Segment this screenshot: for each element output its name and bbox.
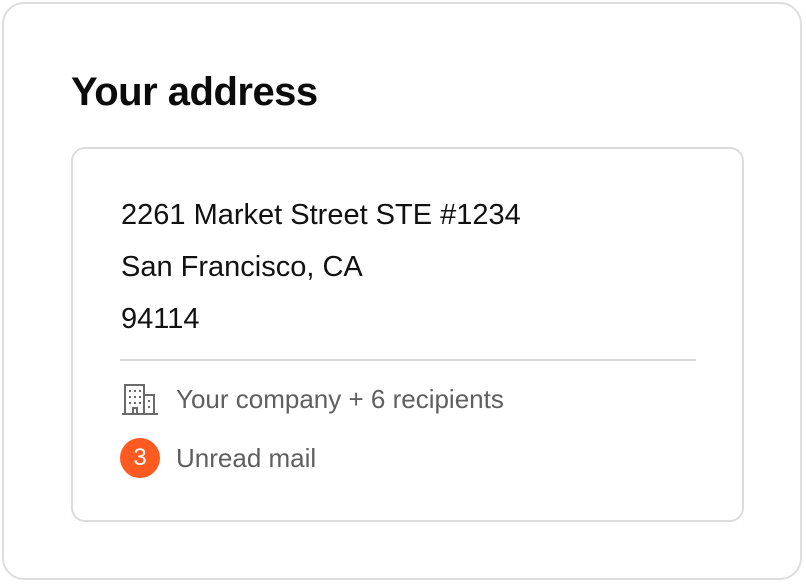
unread-count-badge: 3 — [120, 438, 160, 478]
recipients-label: Your company + 6 recipients — [176, 383, 504, 414]
address-panel: Your address 2261 Market Street STE #123… — [2, 2, 802, 580]
address-line-city-state: San Francisco, CA — [121, 251, 363, 283]
address-line-street: 2261 Market Street STE #1234 — [121, 199, 521, 231]
divider — [120, 359, 696, 361]
unread-mail-label: Unread mail — [176, 442, 317, 473]
recipients-row: Your company + 6 recipients — [120, 379, 504, 419]
building-icon — [120, 379, 160, 419]
page-title: Your address — [71, 70, 318, 114]
unread-mail-row[interactable]: 3 Unread mail — [120, 438, 316, 478]
address-line-zip: 94114 — [121, 303, 200, 335]
address-card: 2261 Market Street STE #1234 San Francis… — [71, 147, 744, 522]
